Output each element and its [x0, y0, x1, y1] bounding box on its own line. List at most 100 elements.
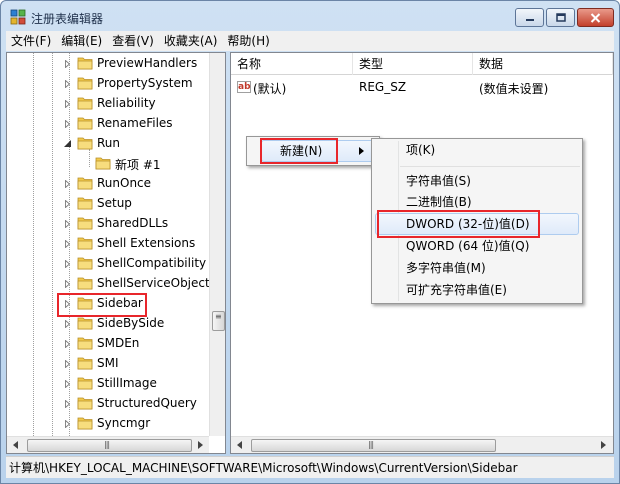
folder-icon	[77, 56, 93, 70]
scroll-right-arrow[interactable]	[596, 437, 612, 453]
tree-item[interactable]: Reliability	[7, 93, 212, 113]
tree-item-label: RenameFiles	[97, 116, 173, 130]
expand-arrow-icon[interactable]	[63, 419, 72, 428]
folder-icon	[77, 276, 93, 290]
tree-item[interactable]: StillImage	[7, 373, 212, 393]
expand-arrow-icon[interactable]	[63, 279, 72, 288]
tree-item[interactable]: SharedDLLs	[7, 213, 212, 233]
values-horizontal-scrollbar[interactable]: |||	[231, 436, 613, 453]
expand-arrow-icon[interactable]	[63, 199, 72, 208]
tree-item[interactable]: RenameFiles	[7, 113, 212, 133]
scroll-right-arrow[interactable]	[193, 437, 209, 453]
values-horizontal-scroll-thumb[interactable]: |||	[251, 439, 496, 452]
registry-app-icon	[10, 9, 26, 25]
column-header-type[interactable]: 类型	[353, 53, 473, 75]
menu-file[interactable]: 文件(F)	[6, 31, 56, 51]
title-bar[interactable]: 注册表编辑器	[1, 1, 619, 31]
menu-help[interactable]: 帮助(H)	[222, 31, 274, 51]
tree-item-label: PropertySystem	[97, 76, 193, 90]
tree-horizontal-scrollbar[interactable]: |||	[7, 436, 209, 453]
expand-arrow-icon[interactable]	[63, 59, 72, 68]
tree-item[interactable]: SMDEn	[7, 333, 212, 353]
tree-item[interactable]: RunOnce	[7, 173, 212, 193]
close-icon	[590, 12, 601, 23]
dword-highlight-box	[377, 210, 540, 238]
context-menu: 新建(N)	[246, 136, 380, 166]
expand-arrow-icon[interactable]	[63, 79, 72, 88]
tree-item[interactable]: Run	[7, 133, 212, 153]
column-header-name[interactable]: 名称	[231, 53, 353, 75]
menu-item-multi-string-value[interactable]: 多字符串值(M)	[374, 257, 486, 279]
arrow-left-icon	[237, 441, 242, 449]
registry-tree-pane[interactable]: PreviewHandlers PropertySystem Reliability…	[6, 52, 226, 454]
menu-favorites[interactable]: 收藏夹(A)	[159, 31, 223, 51]
tree-item-label: StructuredQuery	[97, 396, 197, 410]
tree-item[interactable]: PreviewHandlers	[7, 53, 212, 73]
tree-item[interactable]: Syncmgr	[7, 413, 212, 433]
table-row[interactable]: ab (默认) REG_SZ (数值未设置)	[231, 77, 613, 97]
folder-icon	[77, 76, 93, 90]
tree-item[interactable]: Shell Extensions	[7, 233, 212, 253]
expand-arrow-icon[interactable]	[63, 359, 72, 368]
tree-item[interactable]: SMI	[7, 353, 212, 373]
folder-icon	[95, 156, 111, 170]
menu-item-string-value[interactable]: 字符串值(S)	[374, 170, 471, 192]
minimize-button[interactable]	[515, 8, 544, 27]
minimize-icon	[525, 18, 534, 21]
expand-arrow-icon[interactable]	[63, 179, 72, 188]
menu-bar: 文件(F) 编辑(E) 查看(V) 收藏夹(A) 帮助(H)	[6, 31, 614, 51]
folder-icon	[77, 256, 93, 270]
registry-editor-window: 注册表编辑器 文件(F) 编辑(E) 查看(V) 收藏夹(A) 帮助(H) Pr…	[0, 0, 620, 484]
folder-icon	[77, 236, 93, 250]
tree-item[interactable]: StructuredQuery	[7, 393, 212, 413]
tree-item[interactable]: PropertySystem	[7, 73, 212, 93]
tree-item[interactable]: ShellCompatibility	[7, 253, 212, 273]
tree-horizontal-scroll-thumb[interactable]: |||	[27, 439, 192, 452]
maximize-button[interactable]	[546, 8, 575, 27]
status-bar-path: 计算机\HKEY_LOCAL_MACHINE\SOFTWARE\Microsof…	[6, 456, 614, 478]
menu-item-key[interactable]: 项(K)	[374, 139, 435, 161]
expand-arrow-icon[interactable]	[63, 379, 72, 388]
value-name: (默认)	[253, 82, 287, 96]
scroll-grip-icon: ≡	[215, 312, 222, 321]
tree-item-label: ShellServiceObjectD	[97, 276, 219, 290]
collapse-arrow-icon[interactable]	[63, 139, 72, 148]
tree-item-label: SideBySide	[97, 316, 165, 330]
expand-arrow-icon[interactable]	[63, 119, 72, 128]
arrow-right-icon	[601, 441, 606, 449]
scroll-left-arrow[interactable]	[8, 437, 24, 453]
sidebar-highlight-box	[57, 293, 147, 317]
scroll-grip-icon: |||	[368, 440, 374, 449]
scroll-left-arrow[interactable]	[232, 437, 248, 453]
tree-item-label: PreviewHandlers	[97, 56, 198, 70]
folder-icon	[77, 96, 93, 110]
expand-arrow-icon[interactable]	[63, 219, 72, 228]
expand-arrow-icon[interactable]	[63, 399, 72, 408]
folder-icon	[77, 416, 93, 430]
menu-item-expandable-string-value[interactable]: 可扩充字符串值(E)	[374, 279, 507, 301]
tree-item-label: Setup	[97, 196, 132, 210]
tree-vertical-scroll-thumb[interactable]: ≡	[212, 311, 225, 331]
menu-item-qword-value[interactable]: QWORD (64 位)值(Q)	[374, 235, 529, 257]
tree-item[interactable]: ShellServiceObjectD	[7, 273, 219, 293]
tree-item-label: SMDEn	[97, 336, 140, 350]
tree-item[interactable]: Setup	[7, 193, 212, 213]
folder-icon	[77, 376, 93, 390]
column-header-data[interactable]: 数据	[473, 53, 613, 75]
folder-icon	[77, 316, 93, 330]
expand-arrow-icon[interactable]	[63, 259, 72, 268]
expand-arrow-icon[interactable]	[63, 239, 72, 248]
menu-edit[interactable]: 编辑(E)	[56, 31, 107, 51]
tree-item[interactable]: 新项 #1	[7, 153, 212, 173]
tree-item-label: SMI	[97, 356, 119, 370]
close-button[interactable]	[577, 8, 614, 27]
tree-item-label: Shell Extensions	[97, 236, 196, 250]
expand-arrow-icon[interactable]	[63, 319, 72, 328]
tree-item-label: Run	[97, 136, 121, 150]
tree-vertical-scrollbar[interactable]: ≡	[209, 53, 225, 436]
new-highlight-box	[260, 138, 338, 164]
menu-view[interactable]: 查看(V)	[107, 31, 159, 51]
expand-arrow-icon[interactable]	[63, 339, 72, 348]
expand-arrow-icon[interactable]	[63, 99, 72, 108]
list-header: 名称 类型 数据	[231, 53, 613, 75]
